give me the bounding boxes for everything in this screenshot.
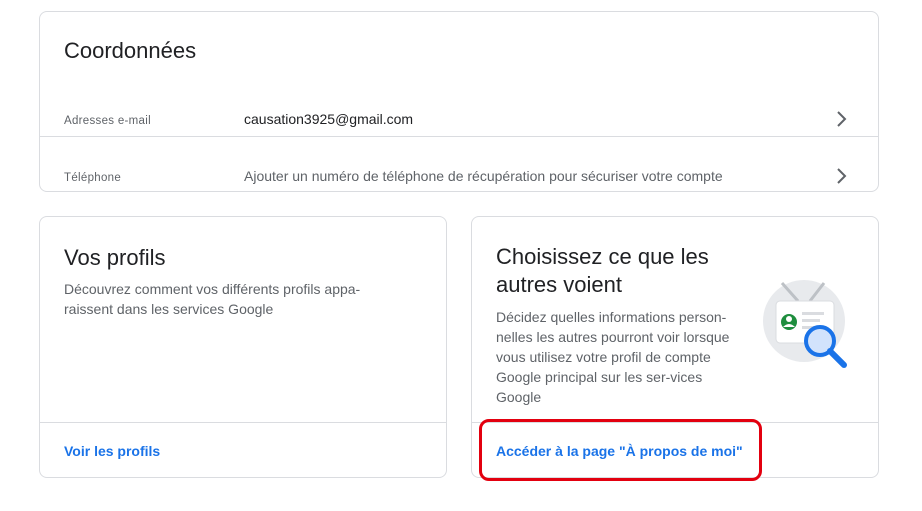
profiles-card: Vos profils Découvrez comment vos différ… [39, 216, 447, 478]
about-description: Décidez quelles informations person-nell… [496, 309, 730, 405]
phone-value: Ajouter un numéro de téléphone de récupé… [244, 168, 723, 184]
email-value: causation3925@gmail.com [244, 111, 414, 127]
email-label: Adresses e-mail [64, 115, 151, 127]
profiles-footer: Voir les profils [40, 422, 446, 478]
profile-search-illustration-icon [763, 280, 847, 368]
phone-row[interactable]: Téléphone Ajouter un numéro de téléphone… [40, 136, 878, 192]
about-me-card: Choisissez ce que les autres voient Déci… [471, 216, 879, 478]
contact-info-card: Coordonnées Adresses e-mail causation392… [39, 11, 879, 192]
about-title: Choisissez ce que les autres voient [496, 244, 709, 297]
profiles-title: Vos profils [64, 245, 166, 270]
view-profiles-link[interactable]: Voir les profils [64, 443, 160, 459]
profiles-description: Découvrez comment vos différents profils… [64, 281, 361, 317]
phone-label: Téléphone [64, 172, 122, 184]
about-me-page-link[interactable]: Accéder à la page "À propos de moi" [496, 443, 743, 459]
chevron-right-icon [837, 168, 847, 184]
about-footer: Accéder à la page "À propos de moi" [472, 422, 878, 478]
contact-info-title: Coordonnées [64, 38, 197, 63]
chevron-right-icon [837, 111, 847, 127]
